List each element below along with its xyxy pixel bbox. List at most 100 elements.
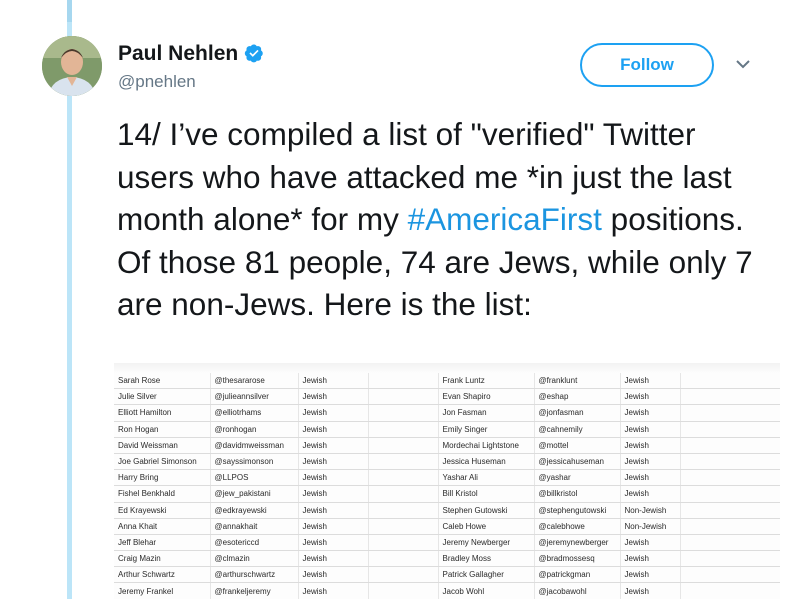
table-cell: [680, 518, 780, 535]
table-cell: Jewish: [298, 437, 369, 454]
table-cell: Jewish: [298, 534, 369, 552]
table-cell: Jewish: [298, 373, 369, 390]
table-cell: Craig Mazin: [114, 550, 211, 568]
table-cell: [368, 437, 439, 454]
table-cell: @cahnemily: [534, 421, 621, 438]
verified-badge-icon: [244, 43, 264, 69]
table-cell: [368, 404, 439, 422]
user-name-text[interactable]: Paul Nehlen: [118, 42, 238, 65]
table-cell: [368, 550, 439, 568]
user-handle[interactable]: @pnehlen: [118, 72, 196, 92]
table-cell: Jewish: [298, 485, 369, 503]
table-cell: [680, 502, 780, 519]
table-cell: [368, 582, 439, 599]
tweet-text: 14/ I’ve compiled a list of "verified" T…: [117, 113, 757, 326]
table-cell: @arthurschwartz: [210, 566, 299, 584]
table-cell: Jewish: [298, 502, 369, 519]
table-cell: [680, 582, 780, 599]
table-cell: Bradley Moss: [438, 550, 535, 568]
table-row: Harry Bring @LLPOS Jewish Yashar Ali @yashar…: [114, 469, 780, 487]
table-cell: @elliotrhams: [210, 404, 299, 422]
table-row: Jeff Blehar @esotericcd Jewish Jeremy Newbe…: [114, 534, 780, 552]
table-cell: @julieannsilver: [210, 388, 299, 406]
hashtag-link[interactable]: #AmericaFirst: [408, 201, 602, 237]
table-row: Arthur Schwartz @arthurschwartz Jewish Patr…: [114, 566, 780, 584]
chevron-down-icon[interactable]: [733, 57, 753, 71]
table-cell: [680, 534, 780, 552]
table-cell: Jewish: [298, 469, 369, 487]
table-cell: @jeremynewberger: [534, 534, 621, 552]
table-cell: Jeremy Frankel: [114, 582, 211, 599]
table-cell: Yashar Ali: [438, 469, 535, 487]
table-cell: @esotericcd: [210, 534, 299, 552]
table-cell: [680, 373, 780, 390]
table-cell: @patrickgman: [534, 566, 621, 584]
table-cell: @bradmossesq: [534, 550, 621, 568]
table-cell: [680, 566, 780, 584]
table-cell: [368, 373, 439, 390]
table-cell: [680, 485, 780, 503]
table-cell: @edkrayewski: [210, 502, 299, 519]
table-row: Sarah Rose @thesararose Jewish Frank Luntz @…: [114, 373, 780, 390]
table-cell: @jacobawohl: [534, 582, 621, 599]
table-cell: Jewish: [620, 534, 681, 552]
table-cell: Jewish: [298, 582, 369, 599]
table-row: Elliott Hamilton @elliotrhams Jewish Jon Fa…: [114, 404, 780, 422]
table-cell: Joe Gabriel Simonson: [114, 453, 211, 471]
table-cell: [368, 453, 439, 471]
table-cell: Evan Shapiro: [438, 388, 535, 406]
follow-button[interactable]: Follow: [580, 43, 714, 87]
table-cell: Jewish: [620, 453, 681, 471]
table-cell: Sarah Rose: [114, 373, 211, 390]
table-cell: @jonfasman: [534, 404, 621, 422]
table-cell: Julie Silver: [114, 388, 211, 406]
sheet-header-row: [114, 363, 780, 373]
table-cell: @clmazin: [210, 550, 299, 568]
table-cell: Non-Jewish: [620, 502, 681, 519]
table-cell: @frankeljeremy: [210, 582, 299, 599]
table-row: Julie Silver @julieannsilver Jewish Evan Sh…: [114, 388, 780, 406]
table-row: Fishel Benkhald @jew_pakistani Jewish Bill …: [114, 485, 780, 503]
table-cell: Ron Hogan: [114, 421, 211, 438]
table-cell: Jon Fasman: [438, 404, 535, 422]
table-cell: Fishel Benkhald: [114, 485, 211, 503]
avatar-photo: [42, 36, 102, 96]
table-row: Anna Khait @annakhait Jewish Caleb Howe @cal…: [114, 518, 780, 535]
table-cell: @davidmweissman: [210, 437, 299, 454]
table-cell: [680, 469, 780, 487]
table-cell: Mordechai Lightstone: [438, 437, 535, 454]
table-cell: @calebhowe: [534, 518, 621, 535]
table-cell: @jessicahuseman: [534, 453, 621, 471]
table-cell: @billkristol: [534, 485, 621, 503]
table-cell: Jewish: [620, 421, 681, 438]
table-cell: [680, 421, 780, 438]
table-row: Ed Krayewski @edkrayewski Jewish Stephen Gu…: [114, 502, 780, 519]
attached-image-spreadsheet[interactable]: Sarah Rose @thesararose Jewish Frank Luntz @…: [114, 363, 780, 599]
table-cell: Jewish: [620, 550, 681, 568]
avatar[interactable]: [42, 36, 102, 96]
table-cell: Elliott Hamilton: [114, 404, 211, 422]
table-cell: Frank Luntz: [438, 373, 535, 390]
table-cell: @eshap: [534, 388, 621, 406]
table-cell: [368, 485, 439, 503]
table-cell: Anna Khait: [114, 518, 211, 535]
table-cell: @ronhogan: [210, 421, 299, 438]
table-cell: Jewish: [298, 421, 369, 438]
table-row: Joe Gabriel Simonson @sayssimonson Jewish J…: [114, 453, 780, 471]
table-cell: Jewish: [298, 453, 369, 471]
table-cell: [680, 437, 780, 454]
user-name[interactable]: Paul Nehlen: [118, 42, 264, 69]
table-cell: Jewish: [298, 566, 369, 584]
table-cell: Emily Singer: [438, 421, 535, 438]
table-cell: Arthur Schwartz: [114, 566, 211, 584]
table-row: David Weissman @davidmweissman Jewish Morde…: [114, 437, 780, 454]
thread-line-top: [67, 0, 72, 22]
table-cell: [368, 421, 439, 438]
table-cell: Patrick Gallagher: [438, 566, 535, 584]
table-cell: [368, 469, 439, 487]
table-cell: Jewish: [620, 388, 681, 406]
table-cell: Bill Kristol: [438, 485, 535, 503]
table-cell: Jewish: [620, 582, 681, 599]
table-cell: @stephengutowski: [534, 502, 621, 519]
table-cell: @annakhait: [210, 518, 299, 535]
